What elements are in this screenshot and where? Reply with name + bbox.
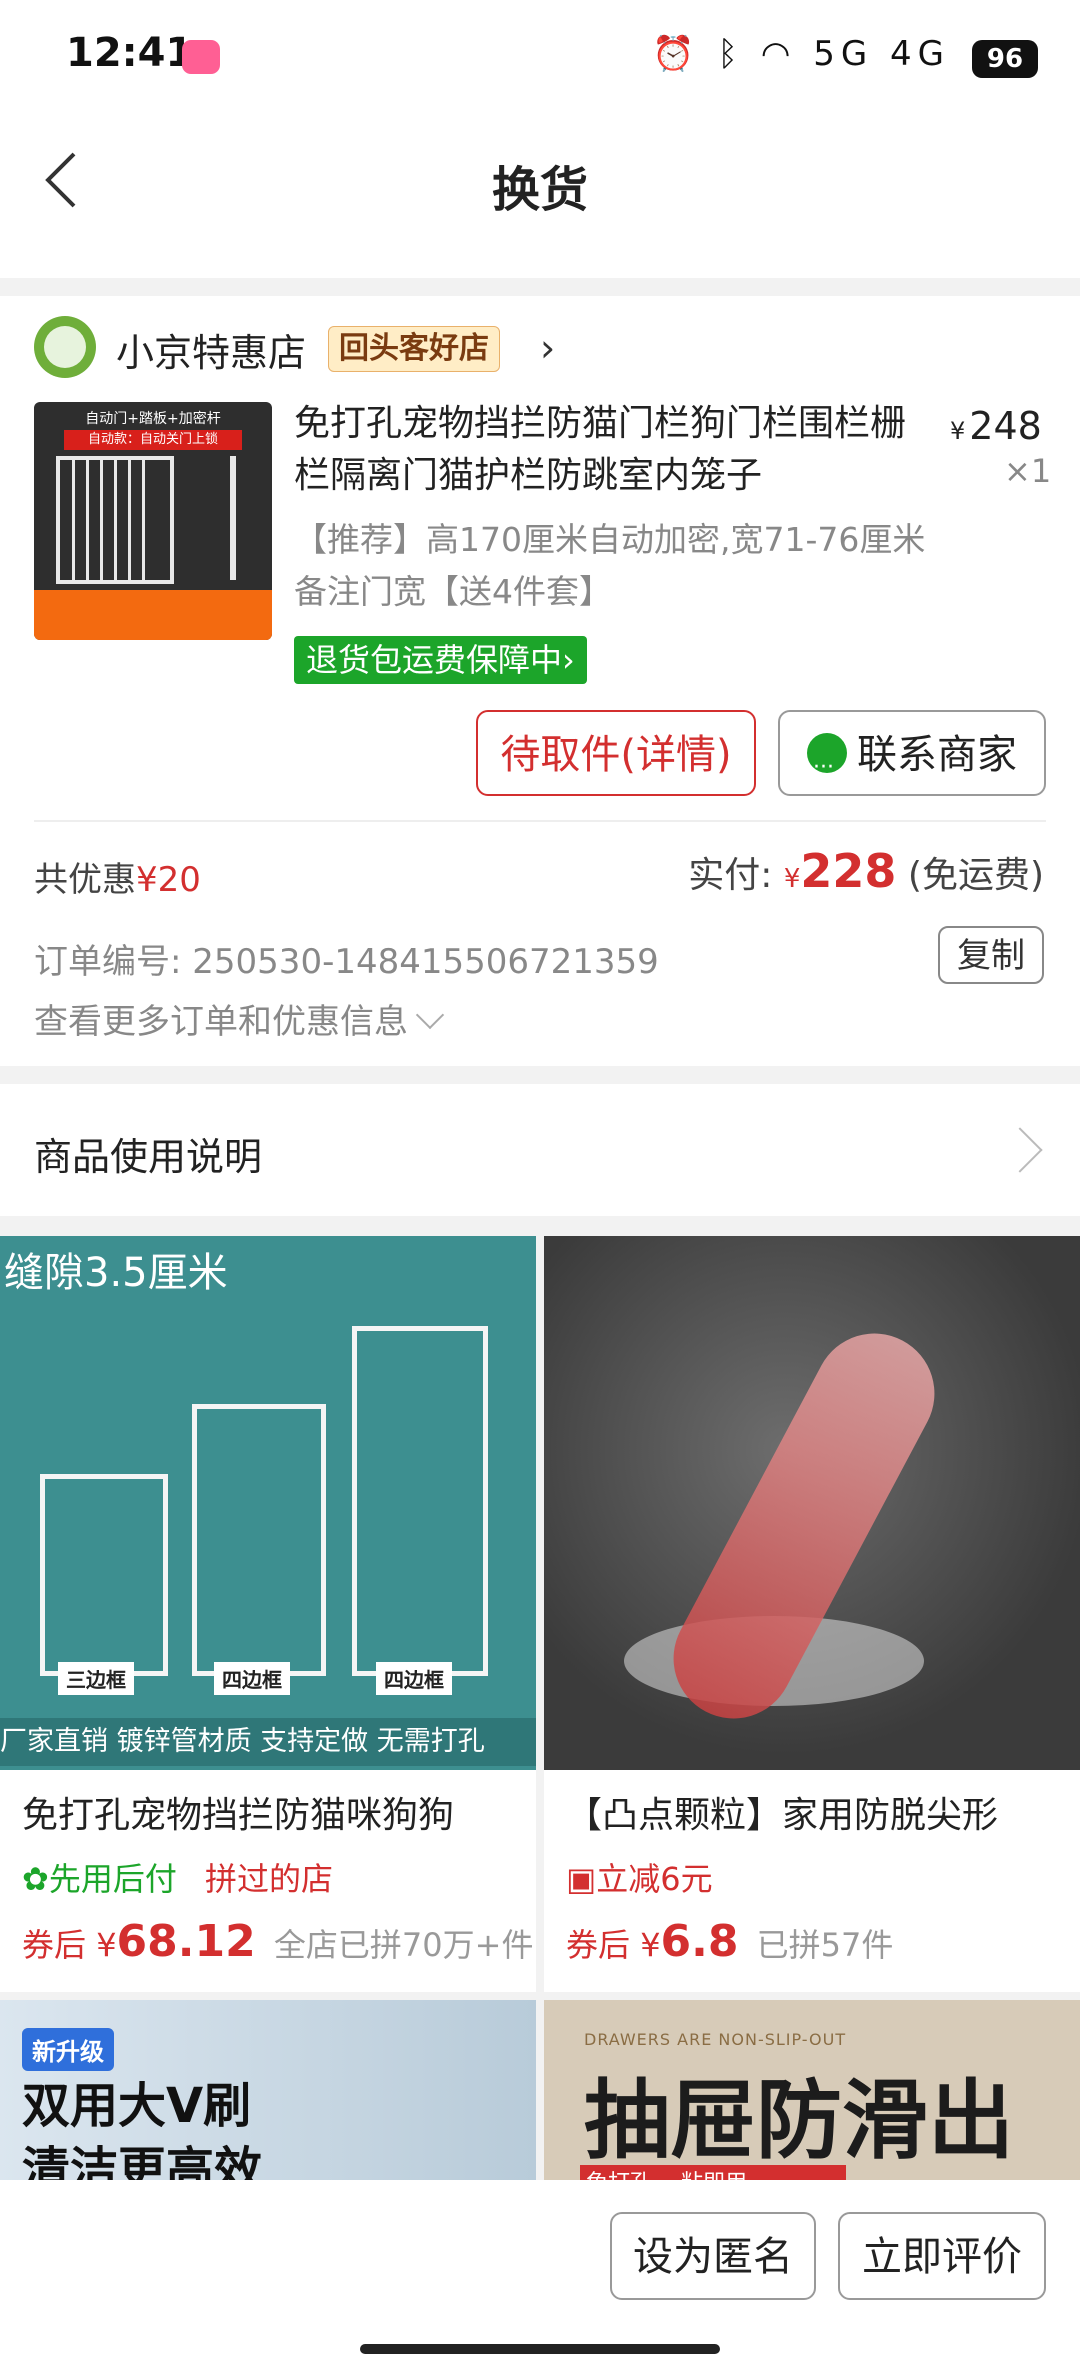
chevron-down-icon <box>415 1000 445 1030</box>
page-title: 换货 <box>491 162 588 218</box>
store-badge: 回头客好店 <box>328 326 500 372</box>
product-image-caption: 自动门+踏板+加密杆 <box>85 411 221 427</box>
recommend-price: 券后 ¥6.8 已拼57件 <box>566 1916 894 1967</box>
copy-button[interactable]: 复制 <box>938 926 1044 984</box>
image-text: 缝隙3.5厘米 <box>4 1250 228 1296</box>
product-quantity: ×1 <box>1004 452 1052 490</box>
image-text: 抽屉防滑出 <box>584 2071 1014 2171</box>
recommend-card[interactable]: DRAWERS ARE NON-SLIP-OUT 抽屉防滑出 免打孔 一粘即用 <box>544 2000 1080 2200</box>
chevron-right-icon[interactable]: › <box>540 326 555 370</box>
product-title[interactable]: 免打孔宠物挡拦防猫门栏狗门栏围栏栅栏隔离门猫护栏防跳室内笼子 <box>294 398 934 502</box>
store-logo[interactable] <box>34 316 96 378</box>
recommend-card[interactable]: 【凸点颗粒】家用防脱尖形 ▣立减6元 券后 ¥6.8 已拼57件 <box>544 1236 1080 1992</box>
recommend-image: 新升级 双用大V刷 清洁更高效 <box>0 2000 536 2200</box>
actual-payment: 实付: ¥228 (免运费) <box>688 844 1044 898</box>
status-icons: ⏰ ᛒ ◠ 5G 4G <box>652 34 950 74</box>
home-indicator[interactable] <box>360 2344 720 2354</box>
store-name[interactable]: 小京特惠店 <box>116 322 306 377</box>
order-number: 订单编号: 250530-148415506721359 <box>34 942 659 982</box>
recommend-image <box>544 1236 1080 1770</box>
bluetooth-icon: ᛒ <box>717 34 744 74</box>
status-time: 12:41 <box>66 30 194 76</box>
image-label: 三边框 <box>58 1662 134 1695</box>
recommend-card[interactable]: 新升级 双用大V刷 清洁更高效 <box>0 2000 536 2200</box>
divider <box>34 820 1046 822</box>
product-image[interactable]: 自动门+踏板+加密杆 自动款：自动关门上锁 <box>34 402 272 640</box>
chat-icon <box>807 725 847 811</box>
product-spec: 【推荐】高170厘米自动加密,宽71-76厘米备注门宽【送4件套】 <box>294 520 926 611</box>
recommend-title: 免打孔宠物挡拦防猫咪狗狗 <box>22 1795 455 1836</box>
recommend-image: 缝隙3.5厘米 三边框 四边框 四边框 厂家直销 镀锌管材质 支持定做 无需打孔 <box>0 1236 536 1770</box>
product-price: ¥248 <box>950 404 1042 448</box>
more-order-info-link[interactable]: 查看更多订单和优惠信息 <box>34 994 445 1043</box>
image-label: 四边框 <box>214 1662 290 1695</box>
return-shipping-tag[interactable]: 退货包运费保障中› <box>294 636 587 684</box>
recommend-title: 【凸点颗粒】家用防脱尖形 <box>566 1795 999 1836</box>
usage-instructions-label: 商品使用说明 <box>34 1135 263 1179</box>
alarm-icon: ⏰ <box>652 34 701 74</box>
recommend-price: 券后 ¥68.12 全店已拼70万+件 <box>22 1916 534 1967</box>
pickup-details-button[interactable]: 待取件(详情) <box>476 710 756 796</box>
image-footer-text: 厂家直销 镀锌管材质 支持定做 无需打孔 <box>0 1718 536 1766</box>
recommend-tags: ▣立减6元 <box>566 1860 713 1898</box>
image-badge: 新升级 <box>22 2028 114 2071</box>
product-image-subcaption: 自动款：自动关门上锁 <box>64 430 242 450</box>
set-anonymous-button[interactable]: 设为匿名 <box>610 2212 816 2300</box>
recommend-card[interactable]: 缝隙3.5厘米 三边框 四边框 四边框 厂家直销 镀锌管材质 支持定做 无需打孔… <box>0 1236 536 1992</box>
pay-later-icon: ✿ <box>22 1860 49 1898</box>
recommend-tags: ✿先用后付 拼过的店 <box>22 1860 334 1898</box>
chevron-right-icon: › <box>562 641 575 679</box>
wifi-icon: ◠ <box>760 34 797 74</box>
image-text: DRAWERS ARE NON-SLIP-OUT <box>584 2030 847 2049</box>
signal-icon: 5G 4G <box>813 34 950 74</box>
battery-indicator: 96 <box>972 40 1038 78</box>
coupon-icon: ▣ <box>566 1860 597 1898</box>
image-label: 四边框 <box>376 1662 452 1695</box>
contact-seller-button[interactable]: 联系商家 <box>778 710 1046 811</box>
review-now-button[interactable]: 立即评价 <box>838 2212 1046 2300</box>
total-discount: 共优惠¥20 <box>34 860 201 900</box>
app-notification-icon <box>182 40 220 74</box>
recommend-image: DRAWERS ARE NON-SLIP-OUT 抽屉防滑出 免打孔 一粘即用 <box>544 2000 1080 2200</box>
